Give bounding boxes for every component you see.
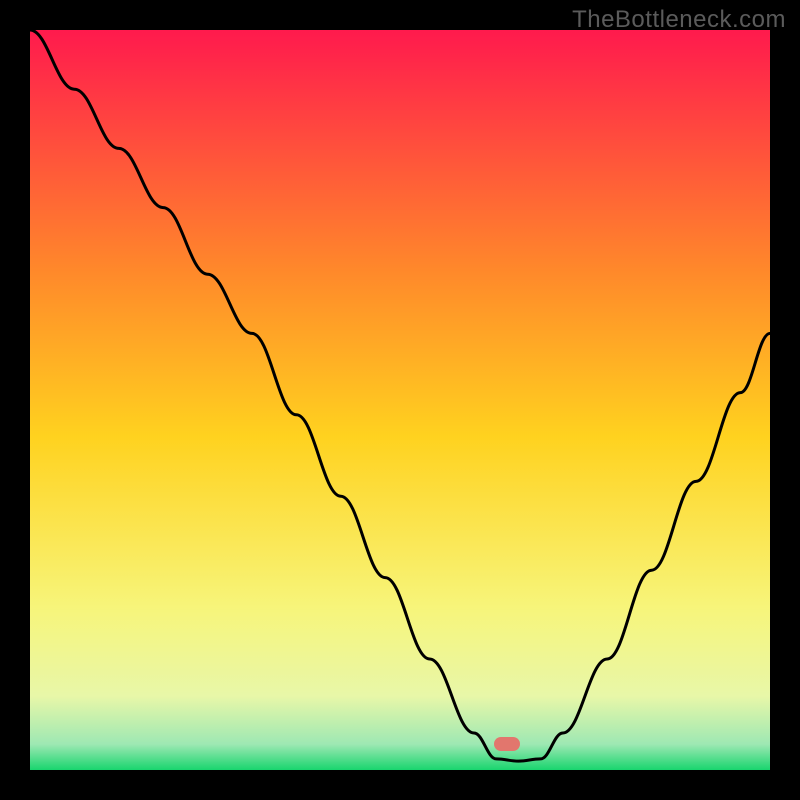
- chart-background: [30, 30, 770, 770]
- bottleneck-chart: [30, 30, 770, 770]
- chart-frame: TheBottleneck.com: [0, 0, 800, 800]
- curve-minimum-marker: [494, 737, 520, 751]
